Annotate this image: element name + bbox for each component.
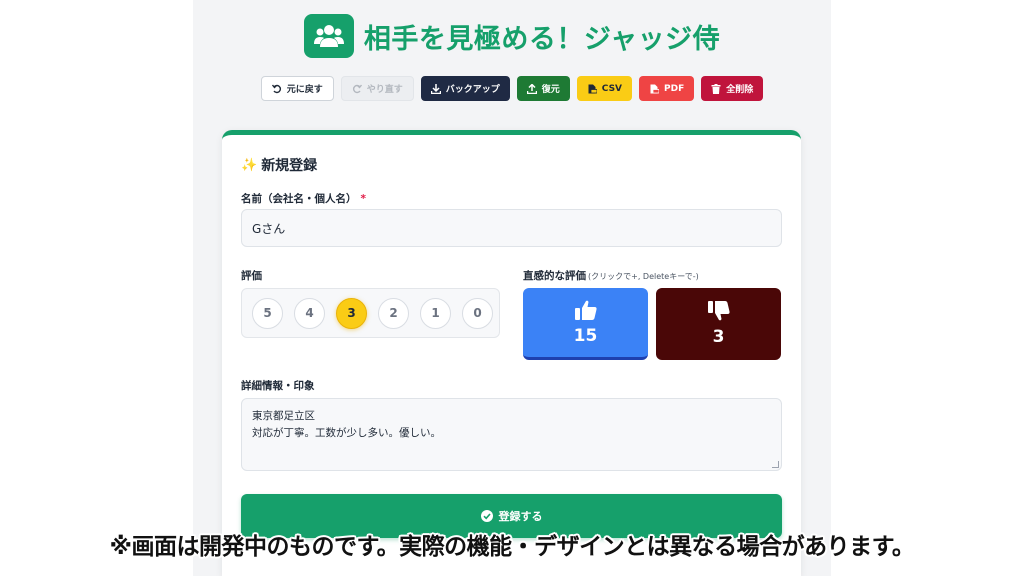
pdf-label: PDF (664, 83, 685, 94)
intuitive-hint: (クリックで+, Deleteキーで-) (588, 272, 699, 281)
redo-label: やり直す (366, 85, 403, 95)
users-icon (303, 14, 354, 58)
thumbs-down-icon (707, 301, 730, 321)
rating-option-1[interactable]: 1 (420, 297, 451, 329)
csv-label: CSV (601, 83, 623, 94)
name-label-text: 名前（会社名・個人名） (241, 193, 357, 205)
intuitive-label-text: 直感的な評価 (523, 270, 586, 282)
details-line-1: 東京都足立区 (252, 410, 315, 422)
trash-icon (711, 83, 721, 94)
restore-button[interactable]: 復元 (516, 76, 570, 101)
thumbs-up-button[interactable]: 15 (523, 288, 648, 360)
redo-button[interactable]: やり直す (340, 76, 414, 101)
registration-card: ✨ 新規登録 名前（会社名・個人名） * Gさん 評価 5 4 3 2 1 0 直… (222, 130, 801, 576)
submit-label: 登録する (498, 510, 543, 523)
undo-label: 元に戻す (286, 85, 323, 95)
disclaimer-caption: ※画面は開発中のものです。実際の機能・デザインとは異なる場合があります。 (109, 534, 915, 560)
thumbs-down-button[interactable]: 3 (656, 288, 781, 360)
form-title: ✨ 新規登録 (241, 155, 317, 175)
details-label: 詳細情報・印象 (241, 380, 315, 392)
rating-option-5[interactable]: 5 (252, 297, 283, 329)
backup-button[interactable]: バックアップ (420, 76, 510, 101)
rating-label: 評価 (241, 270, 262, 282)
check-circle-icon (480, 510, 493, 522)
name-label: 名前（会社名・個人名） * (241, 191, 366, 206)
pdf-button[interactable]: PDF (639, 76, 695, 101)
page-title: 相手を見極める！ジャッジ侍 (363, 23, 721, 55)
toolbar: 元に戻す やり直す バックアップ 復元 CSV PDF 全削除 (0, 76, 1024, 101)
undo-button[interactable]: 元に戻す (260, 76, 334, 101)
details-line-2: 対応が丁寧。工数が少し多い。優しい。 (252, 426, 441, 439)
thumbs-down-count: 3 (712, 327, 725, 347)
upload-icon (526, 83, 537, 94)
file-csv-icon (588, 84, 597, 93)
resize-handle[interactable] (772, 461, 779, 468)
redo-icon (352, 84, 362, 93)
delete-all-label: 全削除 (726, 85, 754, 95)
restore-label: 復元 (541, 85, 560, 95)
rating-option-2[interactable]: 2 (378, 297, 409, 329)
rating-option-0[interactable]: 0 (462, 297, 493, 329)
rating-selector: 5 4 3 2 1 0 (241, 288, 500, 338)
undo-icon (271, 84, 281, 93)
required-mark: * (360, 193, 367, 205)
details-textarea[interactable]: 東京都足立区 対応が丁寧。工数が少し多い。優しい。 (241, 398, 782, 471)
intuitive-label: 直感的な評価 (クリックで+, Deleteキーで-) (523, 268, 699, 283)
rating-option-4[interactable]: 4 (294, 297, 325, 329)
form-title-text: 新規登録 (261, 158, 318, 174)
csv-button[interactable]: CSV (576, 76, 633, 101)
name-input[interactable]: Gさん (241, 209, 782, 247)
download-icon (430, 83, 441, 94)
app-header: 相手を見極める！ジャッジ侍 (0, 14, 1024, 58)
thumbs-up-count: 15 (573, 325, 598, 346)
name-input-value: Gさん (252, 221, 286, 236)
file-pdf-icon (650, 84, 660, 93)
sparkles-icon: ✨ (241, 157, 258, 173)
backup-label: バックアップ (445, 85, 500, 95)
delete-all-button[interactable]: 全削除 (701, 76, 764, 101)
thumbs-up-icon (574, 300, 597, 320)
rating-option-3[interactable]: 3 (336, 297, 367, 329)
